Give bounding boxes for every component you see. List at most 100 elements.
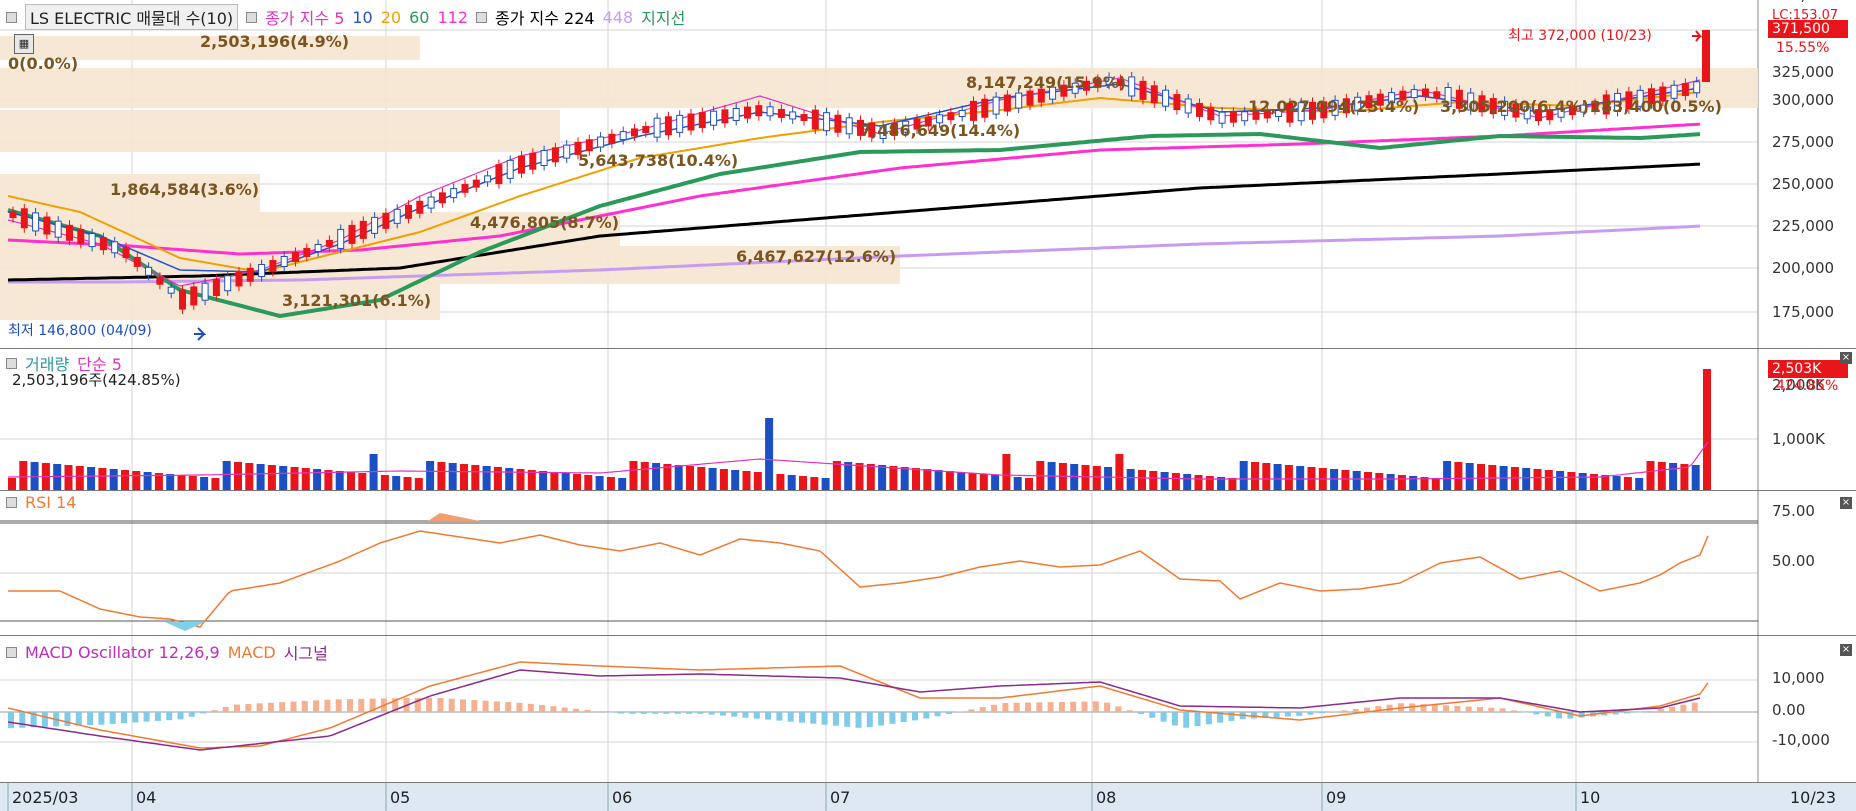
macd-histogram-bar <box>324 699 331 712</box>
volume-bar <box>1262 463 1271 490</box>
volume-bar <box>121 470 129 490</box>
volume-bar <box>98 468 107 490</box>
macd-histogram-bar <box>448 698 455 712</box>
macd-histogram-bar <box>1623 712 1630 714</box>
candle-body <box>224 275 232 292</box>
macd-histogram-bar <box>1070 701 1077 712</box>
macd-histogram-bar <box>640 712 647 714</box>
macd-histogram-bar <box>1171 712 1178 726</box>
volume-bar <box>584 475 593 490</box>
candle-body <box>1433 91 1441 99</box>
candle-body <box>484 175 492 183</box>
macd-histogram-bar <box>1488 707 1495 712</box>
candle-body <box>99 237 107 251</box>
volume-bar <box>414 478 423 490</box>
candle-body <box>834 114 842 133</box>
macd-histogram-bar <box>1092 701 1099 712</box>
macd-histogram-bar <box>154 712 161 721</box>
candle-body <box>54 220 62 238</box>
candle-body <box>9 211 17 219</box>
macd-histogram-bar <box>347 699 353 712</box>
macd-legend-icon[interactable] <box>6 646 17 658</box>
candle-body <box>371 216 379 234</box>
macd-histogram-bar <box>799 712 805 723</box>
legend-toggle-icon[interactable] <box>6 11 17 23</box>
stock-title-button[interactable]: LS ELECTRIC 매물대 수(10) <box>25 4 239 30</box>
volume-bar <box>1239 461 1248 490</box>
candle-body <box>947 112 955 121</box>
volume-bar <box>358 473 367 490</box>
volume-bar <box>335 471 344 490</box>
volume-bar <box>1341 470 1350 490</box>
macd-title: MACD Oscillator 12,26,9 <box>25 642 220 662</box>
volume-bar <box>75 466 84 490</box>
volume-profile-label: 4,476,805(8.7%) <box>470 213 619 232</box>
candle-body <box>337 228 345 249</box>
macd-histogram-bar <box>1002 702 1009 712</box>
candle-body <box>1162 89 1170 107</box>
price-chart[interactable]: 1,864,584(3.6%) 4,476,805(8.7%) 3,121,301(… <box>0 0 1856 348</box>
x-axis-labels: 2025/03 04 05 06 07 08 09 10 10/23 <box>7 783 1836 811</box>
volume-bar <box>753 472 762 490</box>
macd-histogram-bar <box>267 702 274 712</box>
volume-bar <box>19 461 28 490</box>
volume-bar <box>1002 454 1011 490</box>
volume-bar <box>437 462 446 490</box>
candle-body <box>156 276 164 285</box>
volume-bar <box>719 469 728 490</box>
calculator-icon[interactable]: ▦ <box>14 34 34 54</box>
macd-histogram-bar <box>697 712 704 714</box>
candle-body <box>145 266 153 276</box>
volume-chart[interactable]: 2,000K1,000K <box>0 349 1856 490</box>
macd-histogram-bar <box>188 712 195 717</box>
macd-histogram-bar <box>1013 702 1020 712</box>
macd-histogram-bar <box>731 712 738 717</box>
support-line-label: 지지선 <box>641 9 686 28</box>
rsi-legend-icon[interactable] <box>6 497 17 508</box>
rsi-title: RSI 14 <box>25 493 77 512</box>
ma-legend-icon[interactable] <box>246 11 258 23</box>
candle-body <box>597 136 605 148</box>
volume-legend-icon[interactable] <box>6 357 17 369</box>
volume-bar <box>686 466 694 490</box>
macd-histogram-bar <box>652 712 659 714</box>
macd-histogram-bar <box>1273 712 1280 718</box>
macd-histogram-bar <box>1284 712 1291 717</box>
volume-bar <box>279 466 288 490</box>
candle-body <box>179 289 186 310</box>
macd-histogram-bar <box>855 712 862 728</box>
volume-bar <box>493 467 502 490</box>
macd-histogram-bar <box>132 712 139 723</box>
macd-histogram-bar <box>8 712 14 729</box>
volume-bar <box>1171 473 1180 490</box>
volume-close-icon[interactable]: × <box>1840 352 1852 364</box>
volume-bar <box>912 468 920 490</box>
macd-histogram-bar <box>945 712 952 714</box>
volume-bar <box>878 465 887 490</box>
volume-bar <box>923 469 932 490</box>
volume-bar <box>200 477 209 490</box>
rsi-close-icon[interactable]: × <box>1840 497 1852 509</box>
ma2-legend-icon[interactable] <box>476 11 487 23</box>
candle-body <box>20 208 28 229</box>
x-axis-label: 08 <box>1096 788 1116 807</box>
volume-bar <box>652 463 661 490</box>
macd-histogram-bar <box>211 710 218 712</box>
macd-close-icon[interactable]: × <box>1840 644 1852 656</box>
candle-body <box>732 107 740 121</box>
volume-bar <box>1590 474 1598 490</box>
macd-histogram-bar <box>991 704 998 712</box>
candle-body <box>1026 90 1034 106</box>
candle-body <box>687 113 695 131</box>
low-arrow-icon <box>194 327 207 341</box>
macd-histogram-bar <box>1047 702 1054 712</box>
x-axis-label: 10 <box>1580 788 1600 807</box>
current-price-tag: 371,500 <box>1768 20 1848 38</box>
price-y-tick: 150,000 <box>1772 0 1834 4</box>
volume-bar <box>1104 467 1113 490</box>
volume-bar <box>618 478 627 490</box>
candle-body <box>88 233 96 248</box>
macd-histogram-bar <box>1510 710 1517 712</box>
macd-histogram-bar <box>109 712 116 724</box>
rsi-chart[interactable]: 75.00 50.00 <box>0 491 1856 635</box>
